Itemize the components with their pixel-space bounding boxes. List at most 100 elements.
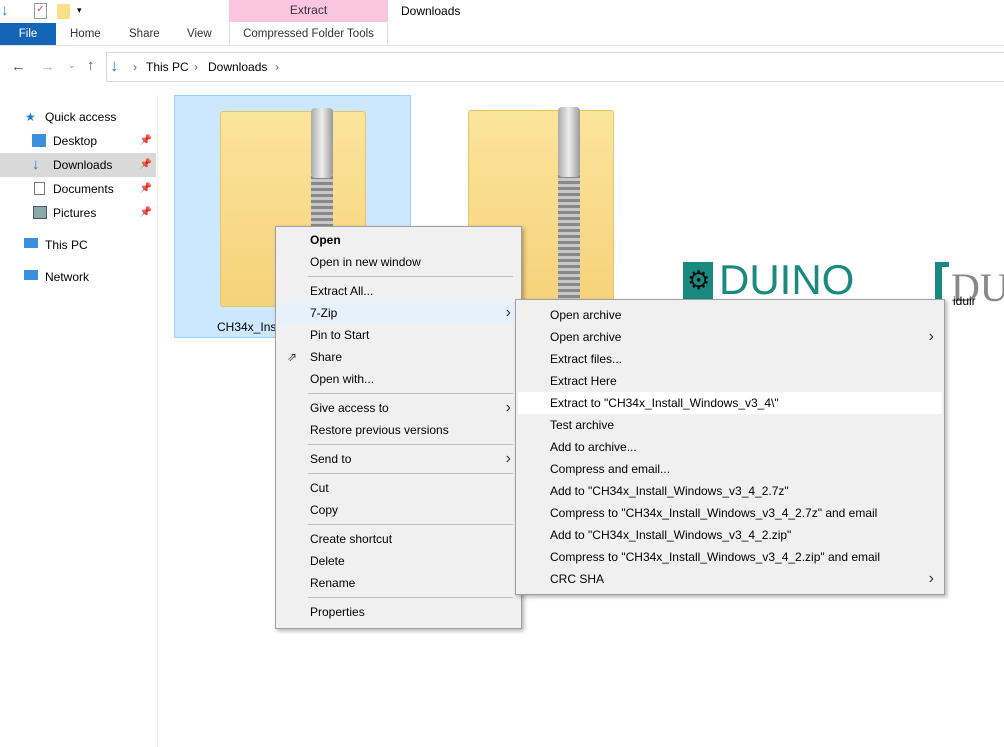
menu-item-add-to-ch34x-install-windows-v3-4-2-7z[interactable]: Add to "CH34x_Install_Windows_v3_4_2.7z" (518, 480, 942, 502)
sidebar-item-desktop[interactable]: Desktop 📌 (0, 129, 156, 153)
menu-item-label: Restore previous versions (310, 423, 449, 437)
menu-item-label: Give access to (310, 401, 389, 415)
star-icon: ★ (25, 110, 36, 124)
menu-item-label: Extract files... (550, 352, 623, 366)
menu-item-copy[interactable]: Copy (278, 499, 519, 521)
chevron-right-icon[interactable]: › (275, 60, 279, 74)
menu-item-cut[interactable]: Cut (278, 477, 519, 499)
network-icon (24, 270, 38, 280)
menu-item-restore-previous-versions[interactable]: Restore previous versions (278, 419, 519, 441)
menu-item-open-archive[interactable]: Open archive › (518, 326, 942, 348)
menu-item-label: Compress and email... (550, 462, 671, 476)
menu-separator (308, 276, 513, 277)
menu-item-7-zip[interactable]: 7-Zip › (278, 302, 519, 324)
pin-icon[interactable]: 📌 (140, 201, 152, 225)
menu-item-extract-here[interactable]: Extract Here (518, 370, 942, 392)
pin-icon[interactable]: 📌 (140, 153, 152, 177)
sidebar-item-documents[interactable]: Documents 📌 (0, 177, 156, 201)
menu-item-crc-sha[interactable]: CRC SHA › (518, 568, 942, 590)
sidebar-item-network[interactable]: Network (0, 265, 156, 289)
window-title: Downloads (401, 4, 461, 18)
pictures-icon (33, 206, 47, 219)
logo-text: DUINO (719, 262, 855, 302)
computer-icon (24, 238, 38, 248)
sidebar-item-pictures[interactable]: Pictures 📌 (0, 201, 156, 225)
menu-item-compress-to-ch34x-install-windows-v3-4-2-zip-and-email[interactable]: Compress to "CH34x_Install_Windows_v3_4_… (518, 546, 942, 568)
tab-view[interactable]: View (187, 23, 212, 45)
sidebar-item-quick-access[interactable]: ★ Quick access (0, 105, 156, 129)
menu-item-open-with[interactable]: Open with... (278, 368, 519, 390)
menu-item-label: Extract to "CH34x_Install_Windows_v3_4\" (550, 396, 779, 410)
chevron-right-icon[interactable]: › (133, 60, 137, 74)
menu-item-properties[interactable]: Properties (278, 601, 519, 623)
menu-separator (308, 444, 513, 445)
menu-item-open[interactable]: Open (278, 229, 519, 251)
desktop-icon (32, 134, 46, 147)
menu-item-label: Open in new window (310, 255, 421, 269)
pin-icon[interactable]: 📌 (140, 129, 152, 153)
recent-dropdown-icon[interactable]: ⌄ (68, 60, 76, 71)
menu-item-add-to-ch34x-install-windows-v3-4-2-zip[interactable]: Add to "CH34x_Install_Windows_v3_4_2.zip… (518, 524, 942, 546)
breadcrumb-downloads[interactable]: Downloads (208, 60, 267, 74)
menu-item-rename[interactable]: Rename (278, 572, 519, 594)
back-icon[interactable]: ← (11, 58, 26, 75)
sidebar-item-this-pc[interactable]: This PC (0, 233, 156, 257)
menu-item-delete[interactable]: Delete (278, 550, 519, 572)
menu-separator (308, 524, 513, 525)
chevron-right-icon: › (505, 399, 511, 416)
menu-item-extract-to-ch34x-install-windows-v3-4[interactable]: Extract to "CH34x_Install_Windows_v3_4\" (518, 392, 942, 414)
tab-file[interactable]: File (0, 23, 56, 45)
7zip-submenu: Open archive Open archive › Extract files..… (515, 299, 945, 595)
context-menu: Open Open in new window Extract All... 7-Zi… (275, 226, 522, 629)
menu-item-extract-files[interactable]: Extract files... (518, 348, 942, 370)
properties-icon[interactable]: ✓ (34, 3, 47, 19)
tab-compressed-folder-tools[interactable]: Compressed Folder Tools (229, 23, 388, 45)
menu-item-label: Open archive (550, 330, 622, 344)
menu-item-label: Copy (310, 503, 339, 517)
tab-home[interactable]: Home (70, 23, 101, 45)
menu-item-send-to[interactable]: Send to › (278, 448, 519, 470)
chevron-right-icon: › (928, 570, 934, 587)
menu-item-label: Create shortcut (310, 532, 393, 546)
new-folder-icon[interactable] (57, 4, 70, 19)
menu-item-label: Properties (310, 605, 365, 619)
menu-item-test-archive[interactable]: Test archive (518, 414, 942, 436)
menu-separator (308, 393, 513, 394)
menu-item-label: Open with... (310, 372, 375, 386)
pin-icon[interactable]: 📌 (140, 177, 152, 201)
menu-item-label: CRC SHA (550, 572, 605, 586)
customize-dropdown-icon[interactable]: ▾ (77, 5, 82, 16)
address-bar[interactable]: ↓ › This PC › Downloads › (106, 52, 1004, 82)
menu-item-label: Test archive (550, 418, 615, 432)
zipper-pull-icon (558, 107, 580, 177)
menu-item-label: Add to "CH34x_Install_Windows_v3_4_2.7z" (550, 484, 789, 498)
menu-item-open-in-new-window[interactable]: Open in new window (278, 251, 519, 273)
breadcrumb-this-pc[interactable]: This PC (146, 60, 189, 74)
up-icon[interactable]: ↑ (87, 57, 95, 74)
menu-item-label: Pin to Start (310, 328, 370, 342)
gear-icon: ⚙ (683, 262, 713, 302)
documents-icon (34, 182, 45, 195)
file-name: CH34x_Inst (217, 320, 280, 334)
menu-item-create-shortcut[interactable]: Create shortcut (278, 528, 519, 550)
file-item-image[interactable]: ⚙ DUINO (683, 262, 895, 302)
menu-item-compress-to-ch34x-install-windows-v3-4-2-7z-and-email[interactable]: Compress to "CH34x_Install_Windows_v3_4_… (518, 502, 942, 524)
menu-item-share[interactable]: Share ⇗ (278, 346, 519, 368)
menu-item-give-access-to[interactable]: Give access to › (278, 397, 519, 419)
chevron-right-icon[interactable]: › (194, 60, 198, 74)
menu-item-label: Extract Here (550, 374, 617, 388)
forward-icon[interactable]: → (40, 58, 55, 75)
download-icon[interactable]: ↓ (1, 2, 9, 19)
menu-separator (308, 473, 513, 474)
extract-contextual-tab[interactable]: Extract (229, 0, 388, 22)
share-icon: ⇗ (287, 350, 298, 364)
menu-item-extract-all[interactable]: Extract All... (278, 280, 519, 302)
menu-item-open-archive[interactable]: Open archive (518, 304, 942, 326)
tab-share[interactable]: Share (129, 23, 160, 45)
quick-access-toolbar: ↓ ✓ ▾ (0, 0, 229, 22)
menu-item-compress-and-email[interactable]: Compress and email... (518, 458, 942, 480)
sidebar-item-downloads[interactable]: ↓ Downloads 📌 (0, 153, 156, 177)
menu-item-label: Cut (310, 481, 329, 495)
menu-item-pin-to-start[interactable]: Pin to Start (278, 324, 519, 346)
menu-item-add-to-archive[interactable]: Add to archive... (518, 436, 942, 458)
